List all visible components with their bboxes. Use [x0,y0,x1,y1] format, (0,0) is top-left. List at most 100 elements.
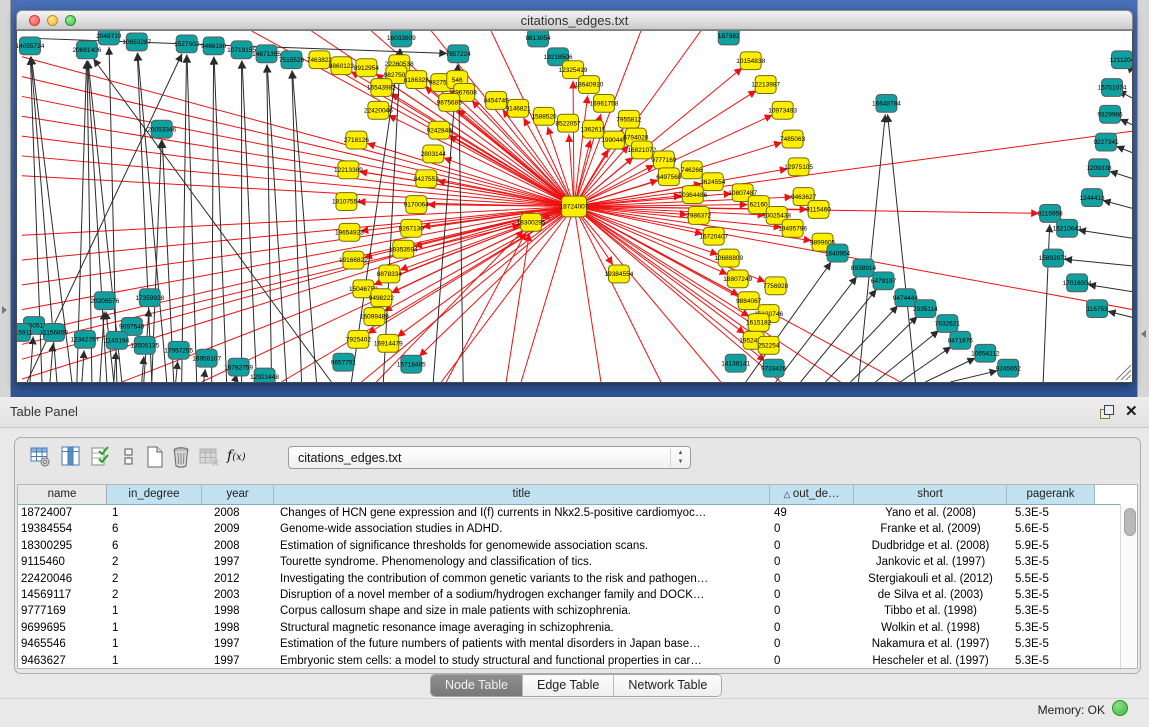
table-cell-name[interactable]: 18724007 [18,505,107,521]
network-edge[interactable] [419,207,574,357]
create-column-icon[interactable] [89,445,115,471]
table-cell-short[interactable]: de Silva et al. (2003) [854,587,1007,603]
table-cell-year[interactable]: 1998 [202,620,274,636]
table-cell-in_degree[interactable]: 1 [107,636,202,652]
network-edge[interactable] [1126,375,1131,380]
tab-edge-table[interactable]: Edge Table [523,675,614,696]
network-edge[interactable] [22,57,574,207]
network-edge[interactable] [1064,259,1132,266]
table-cell-in_degree[interactable]: 6 [107,521,202,537]
table-cell-year[interactable]: 1997 [202,636,274,652]
network-edge[interactable] [1121,370,1131,380]
left-collapse-arrow-icon[interactable] [2,306,7,314]
table-cell-title[interactable]: Genome-wide association studies in ADHD. [274,521,770,537]
tab-network-table[interactable]: Network Table [614,675,721,696]
table-cell-out_degree[interactable]: 0 [770,538,854,554]
column-header-year[interactable]: year [202,485,274,504]
network-edge[interactable] [1120,119,1132,125]
memory-status-dot[interactable] [1112,700,1128,716]
table-cell-in_degree[interactable]: 6 [107,538,202,554]
table-cell-title[interactable]: Embryonic stem cells: a model to study s… [274,653,770,669]
table-cell-name[interactable]: 18300295 [18,538,107,554]
table-cell-name[interactable]: 9777169 [18,603,107,619]
table-cell-short[interactable]: Franke et al. (2009) [854,521,1007,537]
table-cell-year[interactable]: 1997 [202,554,274,570]
table-cell-out_degree[interactable]: 0 [770,603,854,619]
table-cell-year[interactable]: 2003 [202,587,274,603]
table-cell-in_degree[interactable]: 1 [107,653,202,669]
column-header-name[interactable]: name [18,485,107,504]
network-edge[interactable] [900,347,951,382]
table-row[interactable]: 969969511998Structural magnetic resonanc… [18,620,1137,636]
scrollbar-thumb[interactable] [1124,508,1136,536]
table-selector-dropdown[interactable]: citations_edges.txt ▲▼ [288,446,691,469]
network-edge[interactable] [50,343,53,382]
network-edge[interactable] [1116,146,1132,153]
new-table-icon[interactable] [143,445,169,471]
network-edge[interactable] [176,361,178,382]
network-edge[interactable] [22,225,520,344]
table-cell-out_degree[interactable]: 0 [770,636,854,652]
delete-table-icon[interactable] [169,445,195,471]
table-cell-title[interactable]: Tourette syndrome. Phenomenology and cla… [274,554,770,570]
table-cell-title[interactable]: Estimation of the future numbers of pati… [274,636,770,652]
table-cell-pagerank[interactable]: 5.6E-5 [1007,521,1095,537]
column-header-title[interactable]: title [274,485,770,504]
network-edge[interactable] [114,351,116,382]
table-cell-short[interactable]: Dudbridge et al. (2008) [854,538,1007,554]
table-cell-pagerank[interactable]: 5.3E-5 [1007,554,1095,570]
table-cell-out_degree[interactable]: 0 [770,521,854,537]
network-edge[interactable] [1108,311,1132,317]
column-header-pagerank[interactable]: pagerank [1007,485,1095,504]
table-cell-short[interactable]: Wolkin et al. (1998) [854,620,1007,636]
column-header-short[interactable]: short [854,485,1007,504]
table-cell-year[interactable]: 2008 [202,505,274,521]
table-cell-short[interactable]: Nakamura et al. (1997) [854,636,1007,652]
table-cell-title[interactable]: Structural magnetic resonance image aver… [274,620,770,636]
table-cell-title[interactable]: Estimation of significance thresholds fo… [274,538,770,554]
table-cell-pagerank[interactable]: 5.3E-5 [1007,620,1095,636]
table-cell-title[interactable]: Disruption of a novel member of a sodium… [274,587,770,603]
network-edge[interactable] [1110,171,1132,179]
network-edge[interactable] [82,350,84,382]
table-row[interactable]: 1830029562008Estimation of significance … [18,538,1137,554]
table-cell-year[interactable]: 2009 [202,521,274,537]
table-cell-title[interactable]: Corpus callosum shape and size in male p… [274,603,770,619]
network-edge[interactable] [282,207,574,383]
table-cell-out_degree[interactable]: 0 [770,571,854,587]
table-cell-name[interactable]: 19384554 [18,521,107,537]
import-table-icon[interactable] [197,445,223,471]
table-cell-name[interactable]: 22420046 [18,571,107,587]
table-cell-in_degree[interactable]: 2 [107,571,202,587]
network-edge[interactable] [1088,285,1132,292]
show-hide-columns-icon[interactable] [59,445,85,471]
network-edge[interactable] [267,65,272,382]
table-row[interactable]: 1872400712008Changes of HCN gene express… [18,505,1137,521]
table-row[interactable]: 977716911998Corpus callosum shape and si… [18,603,1137,619]
table-row[interactable]: 946362711997Embryonic stem cells: a mode… [18,653,1137,669]
table-cell-pagerank[interactable]: 5.3E-5 [1007,636,1095,652]
table-cell-name[interactable]: 9463627 [18,653,107,669]
table-mode-icon[interactable] [29,445,55,471]
table-cell-name[interactable]: 9115460 [18,554,107,570]
network-edge[interactable] [521,207,574,383]
network-edge[interactable] [242,61,256,382]
table-cell-pagerank[interactable]: 5.3E-5 [1007,505,1095,521]
table-cell-pagerank[interactable]: 5.5E-5 [1007,571,1095,587]
network-edge[interactable] [925,358,975,382]
toggle-rows-icon[interactable] [117,445,143,471]
table-row[interactable]: 1456911722003Disruption of a novel membe… [18,587,1137,603]
table-row[interactable]: 1938455462009Genome-wide association stu… [18,521,1137,537]
column-header-out_degree[interactable]: △ out_de… [770,485,854,504]
table-cell-out_degree[interactable]: 0 [770,554,854,570]
table-cell-short[interactable]: Tibbo et al. (1998) [854,603,1007,619]
network-edge[interactable] [573,81,574,207]
table-cell-name[interactable]: 9699695 [18,620,107,636]
table-row[interactable]: 2242004622012Investigating the contribut… [18,571,1137,587]
float-panel-icon[interactable] [1100,405,1114,419]
network-edge[interactable] [875,330,938,382]
table-cell-out_degree[interactable]: 0 [770,620,854,636]
network-edge[interactable] [292,71,316,382]
table-cell-title[interactable]: Changes of HCN gene expression and I(f) … [274,505,770,521]
table-cell-short[interactable]: Stergiakouli et al. (2012) [854,571,1007,587]
